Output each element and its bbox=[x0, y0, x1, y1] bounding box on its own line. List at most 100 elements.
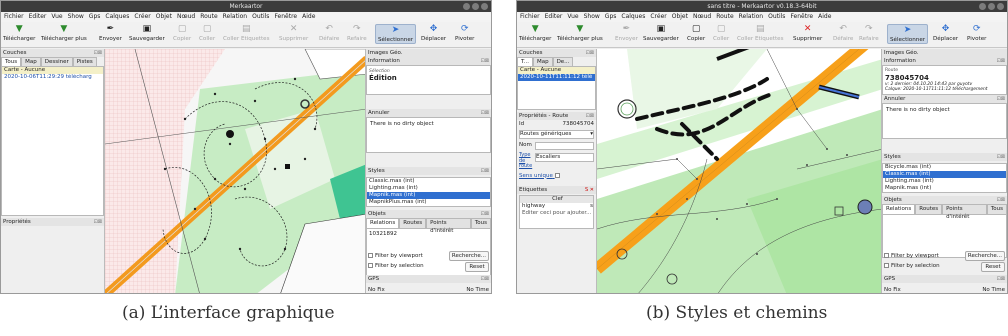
menu-show[interactable]: Show bbox=[584, 12, 600, 22]
copy-button[interactable]: ▢ Copier bbox=[687, 24, 705, 42]
style-item[interactable]: Lighting.mas (int) bbox=[367, 185, 490, 192]
menu-fichier[interactable]: Fichier bbox=[520, 12, 540, 22]
dock-close-icon[interactable]: ⊡⊠ bbox=[997, 95, 1005, 103]
delete-button[interactable]: ✕ Supprimer bbox=[279, 24, 308, 42]
redo-button[interactable]: ↷ Refaire bbox=[347, 24, 367, 42]
map-canvas[interactable] bbox=[105, 49, 367, 293]
route-kind-select[interactable]: Routes génériques ▾ bbox=[519, 130, 594, 139]
undo-button[interactable]: ↶ Défaire bbox=[833, 24, 853, 42]
menu-fenetre[interactable]: Fenêtre bbox=[274, 12, 297, 22]
save-button[interactable]: ▣ Sauvegarder bbox=[643, 24, 679, 42]
redo-button[interactable]: ↷ Refaire bbox=[859, 24, 879, 42]
tab-all[interactable]: Tous bbox=[986, 204, 1007, 214]
tab-routes[interactable]: Routes bbox=[915, 204, 943, 214]
maximize-button[interactable] bbox=[472, 3, 479, 10]
paste-tags-button[interactable]: ▤ Coller Etiquettes bbox=[737, 24, 784, 42]
search-button[interactable]: Recherche... bbox=[449, 251, 489, 261]
paste-tags-button[interactable]: ▤ Coller Etiquettes bbox=[223, 24, 270, 42]
menu-route[interactable]: Route bbox=[200, 12, 217, 22]
maximize-button[interactable] bbox=[988, 3, 995, 10]
layer-item[interactable]: Carte - Aucune bbox=[518, 67, 595, 74]
move-button[interactable]: ✥ Déplacer bbox=[933, 24, 958, 42]
save-button[interactable]: ▣ Sauvegarder bbox=[129, 24, 165, 42]
copy-button[interactable]: ▢ Copier bbox=[173, 24, 191, 42]
rotate-button[interactable]: ⟳ Pivoter bbox=[967, 24, 986, 42]
menu-editer[interactable]: Editer bbox=[29, 12, 47, 22]
dock-close-icon[interactable]: ⊡⊠ bbox=[997, 57, 1005, 65]
menu-vue[interactable]: Vue bbox=[567, 12, 578, 22]
reset-button[interactable]: Reset bbox=[981, 262, 1005, 272]
tab-tous[interactable]: Tous bbox=[1, 57, 22, 66]
filter-selection-checkbox[interactable]: Filter by selection bbox=[368, 263, 424, 270]
delete-tag-icon[interactable]: S ✕ bbox=[585, 186, 594, 194]
style-item[interactable]: Lighting.mas (int) bbox=[883, 178, 1006, 185]
style-item[interactable]: Classic.mas (int) bbox=[367, 178, 490, 185]
tab-map[interactable]: Map bbox=[21, 57, 41, 66]
download-more-button[interactable]: ▼ Télécharger plus bbox=[557, 24, 603, 42]
style-item-selected[interactable]: Mapnik.mas (int) bbox=[367, 192, 490, 199]
name-field[interactable] bbox=[535, 142, 594, 150]
menu-show[interactable]: Show bbox=[68, 12, 84, 22]
download-button[interactable]: ▼ Télécharger bbox=[3, 24, 35, 42]
dock-close-icon[interactable]: ⊡⊠ bbox=[481, 210, 489, 218]
rotate-button[interactable]: ⟳ Pivoter bbox=[455, 24, 474, 42]
style-item-selected[interactable]: Classic.mas (int) bbox=[883, 171, 1006, 178]
type-label[interactable]: Type de route bbox=[519, 152, 535, 170]
dock-close-icon[interactable]: ⊡⊠ bbox=[481, 57, 489, 65]
menu-vue[interactable]: Vue bbox=[51, 12, 62, 22]
menu-relation[interactable]: Relation bbox=[223, 12, 247, 22]
tab-all[interactable]: Tous bbox=[470, 218, 491, 228]
menu-outils[interactable]: Outils bbox=[252, 12, 269, 22]
menu-creer[interactable]: Créer bbox=[134, 12, 150, 22]
close-button[interactable] bbox=[481, 3, 488, 10]
layer-item[interactable]: 2020-10-06T11:29:29 télécharg bbox=[2, 74, 103, 81]
menu-gps[interactable]: Gps bbox=[89, 12, 101, 22]
tab-routes[interactable]: Routes bbox=[399, 218, 427, 228]
dock-close-icon[interactable]: ⊡⊠ bbox=[997, 275, 1005, 283]
tab-tous[interactable]: T... bbox=[517, 57, 533, 66]
dock-close-icon[interactable]: ⊡⊠ bbox=[481, 109, 489, 117]
menu-route[interactable]: Route bbox=[716, 12, 733, 22]
menu-gps[interactable]: Gps bbox=[605, 12, 617, 22]
menu-noeud[interactable]: Nœud bbox=[693, 12, 711, 22]
menu-aide[interactable]: Aide bbox=[818, 12, 831, 22]
menu-outils[interactable]: Outils bbox=[768, 12, 785, 22]
tab-poi[interactable]: Points d'intérêt bbox=[942, 204, 987, 220]
move-button[interactable]: ✥ Déplacer bbox=[421, 24, 446, 42]
dock-close-icon[interactable]: ⊡⊠ bbox=[481, 167, 489, 175]
dock-close-icon[interactable]: ⊡⊠ bbox=[586, 49, 594, 57]
menu-objet[interactable]: Objet bbox=[672, 12, 688, 22]
upload-button[interactable]: ✒ Envoyer bbox=[99, 24, 122, 42]
dock-close-icon[interactable]: ⊡⊠ bbox=[586, 112, 594, 120]
tab-map[interactable]: Map bbox=[532, 57, 553, 66]
menu-aide[interactable]: Aide bbox=[302, 12, 315, 22]
undo-button[interactable]: ↶ Défaire bbox=[319, 24, 339, 42]
dock-close-icon[interactable]: ⊡⊠ bbox=[481, 275, 489, 283]
menu-calques[interactable]: Calques bbox=[621, 12, 645, 22]
download-button[interactable]: ▼ Télécharger bbox=[519, 24, 551, 42]
tab-relations[interactable]: Relations bbox=[882, 204, 916, 214]
filter-viewport-checkbox[interactable]: Filter by viewport bbox=[884, 253, 939, 260]
select-button[interactable]: ➤ Sélectionner bbox=[375, 24, 417, 44]
minimize-button[interactable] bbox=[463, 3, 470, 10]
style-item[interactable]: Mapnik.mas (int) bbox=[883, 185, 1006, 192]
tab-pistes[interactable]: Pistes bbox=[72, 57, 97, 66]
minimize-button[interactable] bbox=[979, 3, 986, 10]
download-more-button[interactable]: ▼ Télécharger plus bbox=[41, 24, 87, 42]
object-item[interactable]: 10321892 bbox=[369, 231, 397, 237]
oneway-link[interactable]: Sens unique bbox=[517, 171, 596, 182]
close-button[interactable] bbox=[997, 3, 1004, 10]
filter-viewport-checkbox[interactable]: Filter by viewport bbox=[368, 253, 423, 260]
tab-relations[interactable]: Relations bbox=[366, 218, 400, 228]
dock-close-icon[interactable]: ⊡⊠ bbox=[997, 196, 1005, 204]
menu-editer[interactable]: Editer bbox=[545, 12, 563, 22]
map-canvas[interactable] bbox=[597, 49, 883, 293]
upload-button[interactable]: ✒ Envoyer bbox=[615, 24, 638, 42]
style-item[interactable]: MapnikPlus.mas (int) bbox=[367, 199, 490, 206]
filter-selection-checkbox[interactable]: Filter by selection bbox=[884, 263, 940, 270]
menu-creer[interactable]: Créer bbox=[650, 12, 666, 22]
dock-close-icon[interactable]: ⊡⊠ bbox=[997, 153, 1005, 161]
menu-fenetre[interactable]: Fenêtre bbox=[790, 12, 813, 22]
dock-close-icon[interactable]: ⊡⊠ bbox=[94, 49, 102, 57]
menu-calques[interactable]: Calques bbox=[105, 12, 129, 22]
